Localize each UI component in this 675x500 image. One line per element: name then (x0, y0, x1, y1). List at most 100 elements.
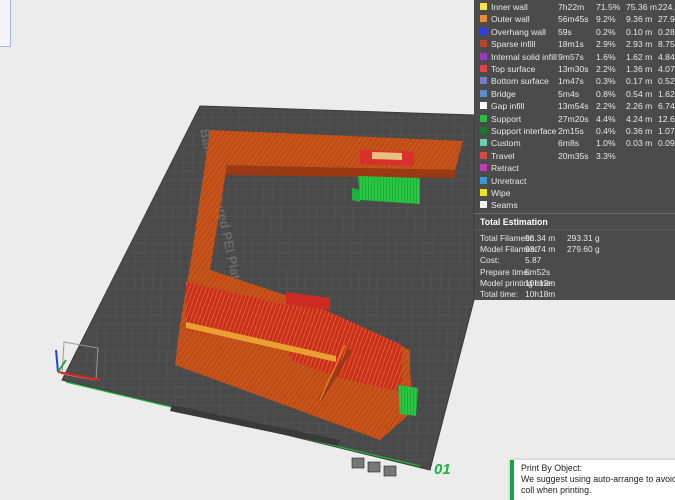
legend-row[interactable]: Retract (474, 162, 675, 174)
legend-swatch (480, 77, 487, 85)
total-divider (474, 229, 675, 230)
legend-swatch (480, 201, 487, 209)
total-estimation-title: Total Estimation (480, 217, 548, 227)
total-v1: 98.34 m (525, 233, 556, 243)
total-v1: 5.87 (525, 255, 542, 266)
total-v1: 10h18m (525, 289, 556, 299)
legend-row[interactable]: Top surface 13m30s 2.2% 1.36 m 4.07 (474, 63, 675, 75)
total-row: Model Filament: 93.74 m 279.60 g (474, 244, 675, 255)
legend-time: 6m8s (558, 138, 580, 149)
legend-swatch (480, 27, 487, 35)
legend-row[interactable]: Unretract (474, 175, 675, 187)
legend-name: Outer wall (491, 14, 530, 25)
total-v2: 279.60 g (567, 244, 600, 255)
legend-pct: 0.4% (596, 126, 616, 136)
legend-weight: 0.28 (658, 26, 675, 37)
legend-name: Support interface (491, 126, 557, 136)
legend-swatch (480, 89, 487, 97)
total-label: Cost: (480, 255, 500, 266)
total-row: Total Filament: 98.34 m 293.31 g (474, 233, 675, 244)
legend-row[interactable]: Support interface 2m15s 0.4% 0.36 m 1.07 (474, 125, 675, 137)
legend-pct: 9.2% (596, 14, 616, 25)
legend-name: Custom (491, 138, 521, 149)
legend-swatch (480, 164, 487, 172)
legend-time: 9m57s (558, 51, 584, 62)
legend-pct: 2.2% (596, 101, 616, 112)
legend-weight: 4.84 (658, 51, 675, 62)
total-v1: 93.74 m (525, 244, 556, 255)
legend-row[interactable]: Travel 20m35s 3.3% (474, 150, 675, 162)
legend-pct: 2.9% (596, 39, 616, 50)
legend-weight: 0.52 (658, 76, 675, 87)
legend-name: Unretract (491, 175, 527, 186)
total-row: Model printing time: 10h12m (474, 278, 675, 289)
legend-weight: 12.6 (658, 113, 675, 124)
total-row: Total time: 10h18m (474, 289, 675, 300)
legend-row[interactable]: Inner wall 7h22m 71.5% 75.36 m 224. (474, 1, 675, 13)
legend-length: 1.36 m (626, 64, 653, 74)
legend-weight: 224. (658, 2, 675, 12)
legend-time: 27m20s (558, 113, 589, 124)
legend-length: 4.24 m (626, 113, 653, 124)
gcode-legend-panel: Inner wall 7h22m 71.5% 75.36 m 224. Outer wal… (474, 0, 675, 300)
legend-divider (474, 213, 675, 214)
legend-row[interactable]: Bottom surface 1m47s 0.3% 0.17 m 0.52 (474, 75, 675, 87)
legend-row[interactable]: Sparse infill 18m1s 2.9% 2.93 m 8.75 (474, 38, 675, 50)
legend-row[interactable]: Outer wall 56m45s 9.2% 9.36 m 27.9 (474, 13, 675, 25)
legend-time: 18m1s (558, 39, 584, 50)
legend-pct: 0.8% (596, 88, 616, 99)
legend-row[interactable]: Custom 6m8s 1.0% 0.03 m 0.09 (474, 137, 675, 149)
legend-swatch (480, 189, 487, 196)
legend-weight: 1.62 (658, 88, 675, 99)
plate-number: 01 (434, 461, 451, 478)
total-v1: 10h12m (525, 277, 556, 288)
legend-name: Support (491, 113, 522, 124)
notification-message: We suggest using auto-arrange to avoid c… (521, 474, 675, 495)
legend-swatch (480, 15, 487, 23)
legend-swatch (480, 102, 487, 110)
legend-pct: 1.0% (596, 138, 616, 149)
total-v2: 293.31 g (567, 233, 600, 243)
legend-weight: 0.09 (658, 138, 675, 149)
notification-title: Print By Object: (521, 463, 583, 473)
legend-swatch (480, 127, 487, 134)
legend-time: 1m47s (558, 76, 584, 87)
legend-pct: 3.3% (596, 150, 616, 161)
legend-row[interactable]: Overhang wall 59s 0.2% 0.10 m 0.28 (474, 26, 675, 38)
legend-length: 2.26 m (626, 101, 653, 112)
legend-swatch (480, 151, 487, 159)
legend-length: 0.54 m (626, 88, 653, 99)
legend-name: Retract (491, 163, 519, 174)
total-v1: 5m52s (525, 266, 551, 277)
legend-row[interactable]: Seams (474, 199, 675, 211)
legend-pct: 0.2% (596, 26, 616, 37)
legend-time: 13m30s (558, 64, 589, 74)
legend-name: Inner wall (491, 2, 528, 12)
legend-weight: 4.07 (658, 64, 675, 74)
legend-time: 5m4s (558, 88, 580, 99)
total-label: Prepare time: (480, 266, 531, 277)
legend-swatch (480, 3, 487, 10)
legend-name: Wipe (491, 188, 511, 198)
legend-swatch (480, 176, 487, 184)
legend-swatch (480, 114, 487, 122)
total-row: Cost: 5.87 (474, 255, 675, 266)
legend-time: 56m45s (558, 14, 589, 25)
legend-name: Bottom surface (491, 76, 549, 87)
legend-row[interactable]: Bridge 5m4s 0.8% 0.54 m 1.62 (474, 88, 675, 100)
print-by-object-notification[interactable]: Print By Object: We suggest using auto-a… (510, 460, 675, 500)
legend-row[interactable]: Gap infill 13m54s 2.2% 2.26 m 6.74 (474, 100, 675, 112)
legend-row[interactable]: Internal solid infill 9m57s 1.6% 1.62 m 4.84 (474, 51, 675, 63)
legend-length: 2.93 m (626, 39, 653, 50)
legend-row[interactable]: Wipe (474, 187, 675, 199)
legend-pct: 1.6% (596, 51, 616, 62)
legend-time: 13m54s (558, 101, 589, 112)
legend-length: 0.36 m (626, 126, 653, 136)
legend-weight: 1.07 (658, 126, 675, 136)
legend-time: 59s (558, 26, 572, 37)
legend-weight: 27.9 (658, 14, 675, 25)
legend-pct: 0.3% (596, 76, 616, 87)
legend-row[interactable]: Support 27m20s 4.4% 4.24 m 12.6 (474, 113, 675, 125)
legend-length: 75.36 m (626, 2, 658, 12)
legend-pct: 71.5% (596, 2, 621, 12)
